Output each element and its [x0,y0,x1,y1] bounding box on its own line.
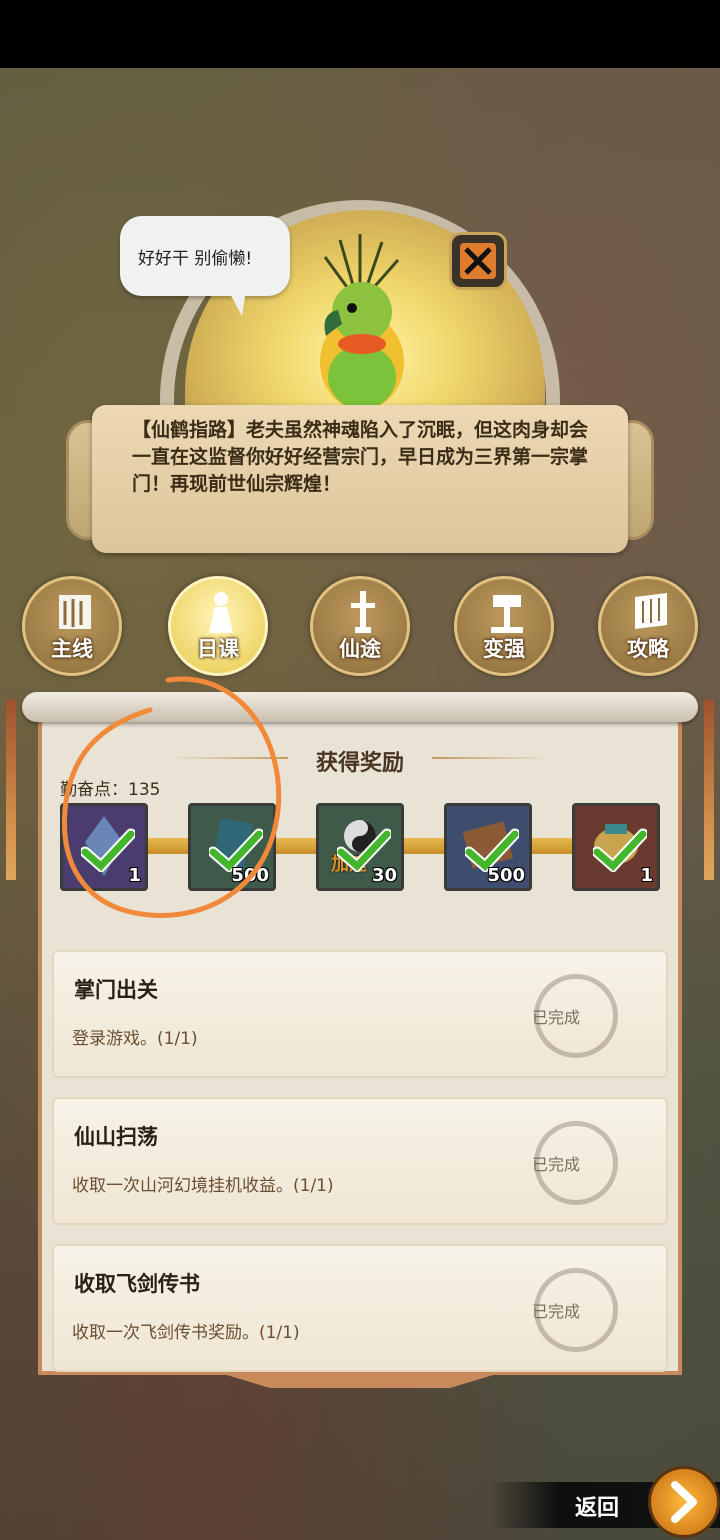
quest-desc: 登录游戏。(1/1) [72,1029,198,1049]
quest-title: 仙山扫荡 [74,1124,158,1149]
tab-label: 攻略 [627,636,669,661]
quest-card: 收取飞剑传书 收取一次飞剑传书奖励。(1/1) 已完成 [52,1244,668,1372]
reward-qty: 1 [640,865,653,886]
reward-item-3[interactable]: 加速 30 [316,803,404,891]
reward-item-5[interactable]: 1 [572,803,660,891]
chevron-right-icon [671,1481,697,1523]
hammer-icon [491,595,523,633]
sword-icon [351,591,375,633]
tab-immortal-path[interactable]: 仙途 [310,576,410,676]
annotation-circle [61,676,282,918]
figure-icon [209,592,233,633]
tab-daily[interactable]: 日课 [168,576,268,676]
tab-label: 日课 [197,636,239,661]
speech-bubble-tail [228,290,246,316]
tassel-right [704,700,714,880]
status-bar [0,0,720,68]
tab-label: 主线 [51,636,93,661]
back-label[interactable]: 返回 [575,1490,619,1522]
reward-qty: 500 [487,865,525,886]
completed-stamp: 已完成 [531,974,618,1058]
completed-stamp: 已完成 [531,1121,618,1205]
quest-card: 掌门出关 登录游戏。(1/1) 已完成 [52,950,668,1078]
quest-card: 仙山扫荡 收取一次山河幻境挂机收益。(1/1) 已完成 [52,1097,668,1225]
completed-stamp-text: 已完成 [531,1302,580,1321]
crossed-swords-glyph-icon [460,243,496,279]
tab-label: 仙途 [339,636,381,661]
tassel-left [6,700,16,880]
quest-title: 掌门出关 [74,977,158,1002]
quest-desc: 收取一次山河幻境挂机收益。(1/1) [72,1176,334,1196]
completed-stamp: 已完成 [531,1268,618,1352]
tab-strengthen[interactable]: 变强 [454,576,554,676]
crossed-swords-icon[interactable] [449,232,507,290]
reward-qty: 30 [371,865,397,886]
reward-item-4[interactable]: 500 [444,803,532,891]
speech-bubble-text: 好好干 别偷懒! [138,249,253,269]
speech-bubble: 好好干 别偷懒! [120,216,290,296]
tab-main-quest[interactable]: 主线 [22,576,122,676]
quest-desc: 收取一次飞剑传书奖励。(1/1) [72,1323,300,1343]
story-banner-text: 【仙鹤指路】老夫虽然神魂陷入了沉眠，但这肉身却会一直在这监督你好好经营宗门，早日… [132,419,589,495]
tab-label: 变强 [483,636,525,661]
check-icon [593,828,647,872]
completed-stamp-text: 已完成 [531,1008,580,1027]
parrot-mascot-icon [320,234,404,407]
tab-guide[interactable]: 攻略 [598,576,698,676]
open-scroll-icon [635,593,667,629]
completed-stamp-text: 已完成 [531,1155,580,1174]
map-scroll-icon [59,595,91,629]
back-button[interactable] [648,1466,720,1538]
story-banner: 【仙鹤指路】老夫虽然神魂陷入了沉眠，但这肉身却会一直在这监督你好好经营宗门，早日… [92,405,628,553]
quest-title: 收取飞剑传书 [74,1271,200,1296]
